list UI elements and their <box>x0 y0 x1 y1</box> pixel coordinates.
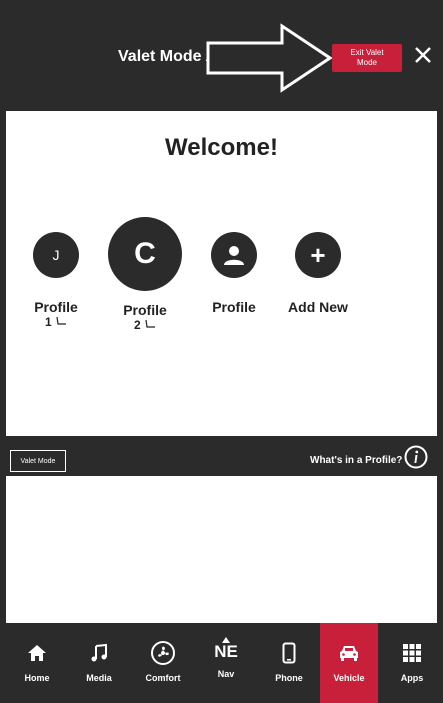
annotation-arrow-icon <box>206 23 332 93</box>
car-icon <box>338 641 360 665</box>
nav-nav[interactable]: NE Nav <box>197 623 255 703</box>
person-icon <box>224 246 244 265</box>
nav-apps[interactable]: Apps <box>383 623 441 703</box>
close-icon[interactable] <box>412 44 434 66</box>
nav-comfort[interactable]: Comfort <box>134 623 192 703</box>
compass-ne-icon: NE <box>214 637 238 661</box>
profile-label: Add New <box>288 299 348 315</box>
seat-icon <box>56 316 67 325</box>
profile-avatar: C <box>108 217 182 291</box>
plus-icon: + <box>310 239 326 270</box>
nav-label: Phone <box>275 673 303 683</box>
grid-icon <box>402 641 422 665</box>
nav-phone[interactable]: Phone <box>260 623 318 703</box>
profile-3[interactable]: Profile <box>203 232 265 315</box>
nav-home[interactable]: Home <box>8 623 66 703</box>
profile-initial: C <box>134 237 156 270</box>
exit-button-label-1: Exit Valet <box>350 48 384 57</box>
profile-number: 1 <box>25 315 87 329</box>
profile-label: Profile <box>34 299 78 315</box>
nav-label: Apps <box>400 673 424 683</box>
profile-2[interactable]: C Profile 2 <box>107 217 183 332</box>
phone-icon <box>282 641 296 665</box>
nav-media[interactable]: Media <box>70 623 128 703</box>
nav-direction: NE <box>214 642 238 661</box>
fan-icon <box>150 641 176 665</box>
left-border <box>0 0 6 703</box>
profile-avatar <box>211 232 257 278</box>
add-profile-avatar: + <box>295 232 341 278</box>
nav-label: Comfort <box>145 673 181 683</box>
profile-1[interactable]: J Profile 1 <box>25 232 87 329</box>
nav-label: Home <box>24 673 50 683</box>
nav-label: Nav <box>217 669 235 679</box>
app-screen: Valet Mode Ac Exit Valet Mode Welcome! J… <box>0 0 443 703</box>
nav-label: Vehicle <box>333 673 365 683</box>
seat-icon <box>145 319 156 328</box>
welcome-heading: Welcome! <box>165 134 278 161</box>
nav-vehicle[interactable]: Vehicle <box>320 623 378 703</box>
right-border <box>437 0 443 703</box>
valet-mode-button[interactable]: Valet Mode <box>10 450 66 472</box>
music-note-icon <box>89 641 109 665</box>
home-icon <box>27 641 47 665</box>
profile-number: 2 <box>107 318 183 332</box>
add-new-profile[interactable]: + Add New <box>284 232 352 315</box>
profile-initial: J <box>52 247 60 263</box>
whats-in-profile-link[interactable]: What's in a Profile? <box>310 455 402 466</box>
info-icon[interactable] <box>404 445 428 469</box>
profile-label: Profile <box>212 299 256 315</box>
nav-label: Media <box>86 673 112 683</box>
profile-label: Profile <box>123 302 167 318</box>
profile-avatar: J <box>33 232 79 278</box>
exit-valet-mode-button[interactable]: Exit Valet Mode <box>332 44 402 72</box>
exit-button-label-2: Mode <box>356 58 377 67</box>
